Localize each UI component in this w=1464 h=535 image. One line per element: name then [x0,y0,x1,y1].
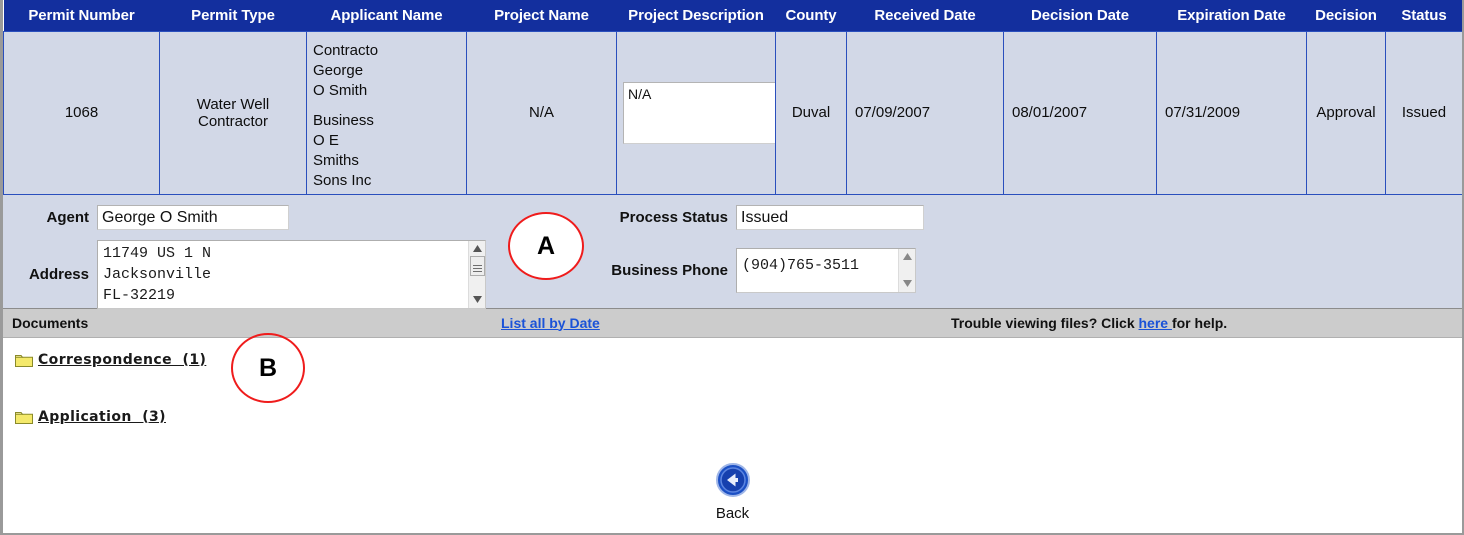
cell-county: Duval [775,30,847,195]
permit-detail-page: Permit Number Permit Type Applicant Name… [0,0,1464,535]
applicant-business: Business O E Smiths Sons Inc [313,111,374,189]
business-phone-textarea[interactable]: (904)765-3511 [736,247,916,293]
list-item[interactable]: Application (3) [15,409,166,425]
cell-decision-date: 08/01/2007 [1003,30,1157,195]
back-label: Back [715,505,750,522]
cell-applicant-name: Contracto George O Smith Business O E Sm… [306,30,467,195]
folder-label: Correspondence (1) [38,351,207,368]
scroll-down-icon[interactable] [470,293,485,307]
folder-icon [15,353,33,367]
address-row: Address 11749 US 1 N Jacksonville FL-322… [3,239,486,309]
column-header-project-name: Project Name [466,0,617,31]
column-header-status: Status [1385,0,1462,31]
folder-label: Application (3) [38,408,166,425]
help-here-link[interactable]: here [1139,315,1172,331]
column-header-received-date: Received Date [846,0,1004,31]
address-textarea[interactable]: 11749 US 1 N Jacksonville FL-32219 [97,239,486,309]
scrollbar-thumb[interactable] [469,255,485,276]
cell-received-date: 07/09/2007 [846,30,1004,195]
cell-expiration-date: 07/31/2009 [1156,30,1307,195]
business-phone-row: Business Phone (904)765-3511 [603,247,916,293]
process-status-row: Process Status Issued [603,204,924,230]
business-phone-scrollbar[interactable] [898,248,915,292]
cell-permit-type: Water Well Contractor [159,30,307,195]
address-value: 11749 US 1 N Jacksonville FL-32219 [103,244,212,304]
applicant-contact: Contracto George O Smith [313,41,379,99]
trouble-viewing-help: Trouble viewing files? Click here for he… [951,315,1227,331]
permit-detail-form: Agent George O Smith Address 11749 US 1 … [3,194,1462,309]
documents-bar: Documents List all by Date Trouble viewi… [3,308,1462,338]
help-suffix-text: for help. [1171,314,1228,331]
column-header-expiration-date: Expiration Date [1156,0,1307,31]
back-button[interactable]: Back [3,463,1462,522]
scroll-up-icon[interactable] [470,242,485,256]
agent-label: Agent [46,208,90,226]
agent-input[interactable]: George O Smith [97,204,289,230]
cell-permit-number: 1068 [3,30,160,195]
help-prefix-text: Trouble viewing files? Click [951,314,1139,331]
business-phone-value: (904)765-3511 [742,256,860,274]
process-status-label: Process Status [619,208,728,226]
annotation-marker-b: B [231,333,305,403]
column-header-applicant-name: Applicant Name [306,0,467,31]
column-header-permit-type: Permit Type [159,0,307,31]
table-row: 1068 Water Well Contractor Contracto Geo… [3,30,1462,195]
scroll-down-icon[interactable] [900,277,915,291]
process-status-input[interactable]: Issued [736,204,924,230]
applicant-spacer [313,101,460,111]
permit-table: Permit Number Permit Type Applicant Name… [3,0,1462,195]
back-arrow-icon [715,463,750,502]
address-scrollbar[interactable] [468,240,485,308]
project-description-box[interactable]: N/A [623,81,779,144]
scroll-up-icon[interactable] [900,250,915,264]
cell-project-name: N/A [466,30,617,195]
column-header-project-description: Project Description [616,0,776,31]
documents-folder-list: Correspondence (1) Application (3) [3,337,1462,425]
folder-icon [15,410,33,424]
list-all-by-date-link[interactable]: List all by Date [501,315,600,331]
column-header-decision-date: Decision Date [1003,0,1157,31]
permit-table-header-row: Permit Number Permit Type Applicant Name… [3,0,1462,31]
agent-row: Agent George O Smith [3,204,289,230]
annotation-marker-a: A [508,212,584,280]
column-header-decision: Decision [1306,0,1386,31]
documents-title: Documents [12,314,89,331]
column-header-permit-number: Permit Number [3,0,160,31]
cell-project-description: N/A [616,30,779,195]
cell-status: Issued [1385,30,1462,195]
business-phone-label: Business Phone [611,261,728,279]
cell-decision: Approval [1306,30,1386,195]
address-label: Address [28,265,89,283]
list-item[interactable]: Correspondence (1) [15,352,206,368]
column-header-county: County [775,0,847,31]
